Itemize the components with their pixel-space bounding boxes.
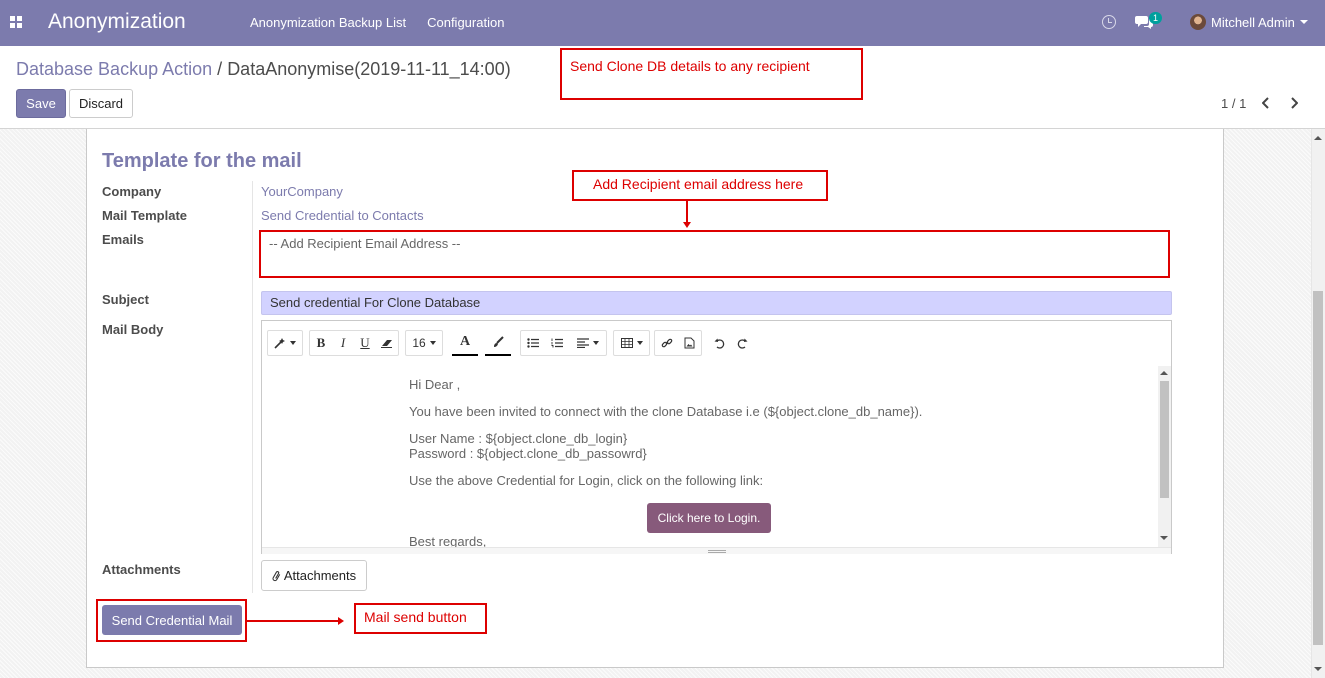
table-icon[interactable] [614, 331, 649, 355]
annotation-recipient-arrowhead [683, 222, 691, 228]
chevron-left-icon[interactable] [1262, 97, 1270, 109]
magic-wand-icon[interactable] [268, 331, 302, 355]
section-title: Template for the mail [102, 150, 302, 172]
body-greeting: Hi Dear , [409, 377, 461, 392]
bullet-list-icon[interactable] [521, 331, 545, 355]
annotation-clone-details-box [560, 48, 863, 100]
eraser-icon[interactable] [376, 331, 398, 355]
undo-icon[interactable] [710, 330, 728, 356]
company-field[interactable]: YourCompany [261, 184, 343, 199]
numbered-list-icon[interactable] [545, 331, 569, 355]
mail-template-field[interactable]: Send Credential to Contacts [261, 208, 424, 223]
company-label: Company [102, 184, 162, 199]
subject-label: Subject [102, 292, 149, 307]
attachments-button-label: Attachments [283, 568, 357, 583]
font-size-label: 16 [412, 336, 426, 350]
link-icon[interactable] [655, 331, 678, 355]
text-format-group: B I U [309, 330, 399, 356]
breadcrumb-parent-link[interactable]: Database Backup Action [16, 59, 212, 79]
save-button[interactable]: Save [16, 89, 66, 118]
body-instruction: Use the above Credential for Login, clic… [409, 473, 764, 488]
scroll-up-arrow-icon[interactable] [1314, 136, 1322, 140]
paperclip-icon [272, 570, 281, 581]
editor-resize-handle[interactable] [262, 547, 1171, 554]
redo-icon[interactable] [733, 330, 751, 356]
user-name[interactable]: Mitchell Admin [1211, 15, 1295, 30]
style-dropdown[interactable] [267, 330, 303, 356]
editor-content[interactable]: Hi Dear , You have been invited to conne… [262, 365, 1158, 547]
page-scrollbar-thumb[interactable] [1313, 291, 1323, 645]
activity-clock-icon[interactable] [1102, 15, 1116, 29]
paragraph-group [520, 330, 607, 356]
annotation-emails-highlight [259, 230, 1170, 278]
mail-body-editor[interactable]: B I U 16 A Hi Dear , You have been invit… [261, 320, 1172, 554]
annotation-clone-details-text: Send Clone DB details to any recipient [570, 58, 810, 74]
discard-button[interactable]: Discard [69, 89, 133, 118]
annotation-recipient-text: Add Recipient email address here [593, 176, 804, 192]
mail-template-label: Mail Template [102, 208, 188, 223]
app-title[interactable]: Anonymization [48, 10, 186, 34]
menu-item-backup-list[interactable]: Anonymization Backup List [250, 15, 406, 30]
underline-button[interactable]: U [354, 331, 376, 355]
user-menu-caret-icon[interactable] [1300, 20, 1308, 24]
body-password: Password : ${object.clone_db_passowrd} [409, 446, 647, 461]
annotation-send-arrow [247, 620, 339, 622]
body-username: User Name : ${object.clone_db_login} [409, 431, 628, 446]
annotation-send-arrowhead [338, 617, 344, 625]
editor-toolbar: B I U 16 A [262, 321, 1171, 365]
body-regards: Best regards, [409, 534, 487, 547]
emails-label: Emails [102, 232, 144, 247]
breadcrumb: Database Backup Action / DataAnonymise(2… [16, 59, 511, 80]
image-icon[interactable] [678, 331, 701, 355]
body-invite: You have been invited to connect with th… [409, 404, 923, 419]
font-size-value[interactable]: 16 [406, 331, 442, 355]
annotation-recipient-arrow [686, 201, 688, 223]
highlight-brush-icon[interactable] [485, 330, 511, 356]
bold-button[interactable]: B [310, 331, 332, 355]
attachments-label: Attachments [102, 562, 181, 577]
menu-item-configuration[interactable]: Configuration [427, 15, 504, 30]
top-navbar: Anonymization Anonymization Backup List … [0, 0, 1325, 46]
label-divider [252, 181, 253, 593]
italic-button[interactable]: I [332, 331, 354, 355]
subject-input[interactable]: Send credential For Clone Database [261, 291, 1172, 315]
align-dropdown-icon[interactable] [569, 331, 606, 355]
chat-count-badge: 1 [1149, 12, 1163, 24]
annotation-send-text: Mail send button [364, 609, 467, 625]
annotation-send-button-highlight [96, 599, 247, 642]
font-size-dropdown[interactable]: 16 [405, 330, 443, 356]
pager-value[interactable]: 1 / 1 [1221, 96, 1246, 111]
user-avatar[interactable] [1190, 14, 1206, 30]
attachments-button[interactable]: Attachments [261, 560, 367, 591]
chevron-right-icon[interactable] [1290, 97, 1298, 109]
editor-scrollbar-thumb[interactable] [1160, 381, 1169, 498]
login-link-button[interactable]: Click here to Login. [647, 503, 771, 533]
main-menu: Anonymization Backup List Configuration [250, 15, 504, 30]
editor-scroll-up-icon[interactable] [1160, 371, 1168, 375]
breadcrumb-current: DataAnonymise(2019-11-11_14:00) [227, 59, 511, 79]
insert-group [654, 330, 702, 356]
font-color-button[interactable]: A [452, 330, 478, 356]
scroll-down-arrow-icon[interactable] [1314, 667, 1322, 671]
apps-grid-icon[interactable] [10, 16, 22, 28]
resize-grip-icon [708, 550, 726, 553]
editor-scroll-down-icon[interactable] [1160, 536, 1168, 540]
breadcrumb-separator: / [217, 59, 223, 79]
table-dropdown[interactable] [613, 330, 650, 356]
mail-body-label: Mail Body [102, 322, 164, 337]
